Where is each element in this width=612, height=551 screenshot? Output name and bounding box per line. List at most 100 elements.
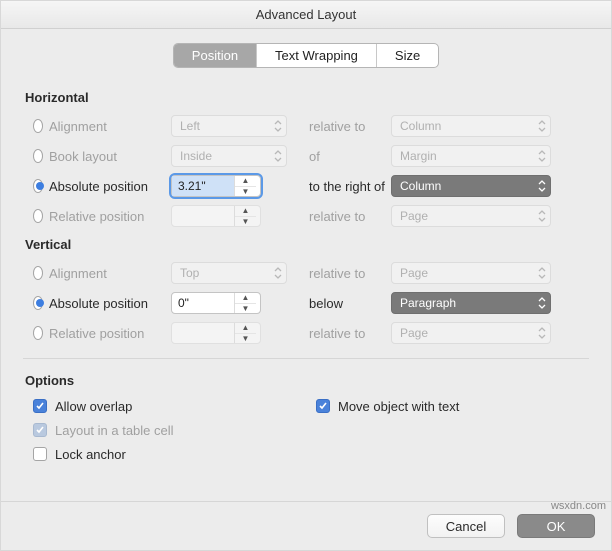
row-v-alignment: Alignment Top relative to Page	[23, 258, 589, 288]
label-h-abs: Absolute position	[43, 179, 171, 194]
cancel-button[interactable]: Cancel	[427, 514, 505, 538]
horizontal-heading: Horizontal	[25, 90, 589, 105]
row-h-abs: Absolute position ▲ ▼ to the right of Co…	[23, 171, 589, 201]
label-h-book: Book layout	[43, 149, 171, 164]
combo-v-rel-rel[interactable]: Page	[391, 322, 551, 344]
combo-v-abs-rel[interactable]: Paragraph	[391, 292, 551, 314]
combo-v-abs-rel-value: Paragraph	[400, 296, 456, 310]
vertical-heading: Vertical	[25, 237, 589, 252]
options-columns: Allow overlap Layout in a table cell Loc…	[23, 394, 589, 466]
radio-v-abs[interactable]	[33, 296, 43, 310]
label-h-abs-rel: to the right of	[291, 179, 391, 194]
input-h-abs[interactable]: ▲ ▼	[171, 175, 261, 197]
stepper-down-icon[interactable]: ▼	[235, 304, 256, 314]
input-h-rel-field[interactable]	[172, 206, 234, 226]
stepper-up-icon[interactable]: ▲	[235, 176, 256, 187]
input-v-abs[interactable]: ▲ ▼	[171, 292, 261, 314]
stepper-up-icon[interactable]: ▲	[235, 323, 256, 334]
tab-text-wrapping[interactable]: Text Wrapping	[257, 44, 377, 67]
combo-h-book[interactable]: Inside	[171, 145, 287, 167]
combo-h-book-value: Inside	[180, 149, 212, 163]
radio-v-rel[interactable]	[33, 326, 43, 340]
combo-v-alignment[interactable]: Top	[171, 262, 287, 284]
combo-v-alignment-rel[interactable]: Page	[391, 262, 551, 284]
chevron-updown-icon	[538, 327, 546, 339]
checkbox-lock-anchor[interactable]	[33, 447, 47, 461]
label-h-alignment-rel: relative to	[291, 119, 391, 134]
row-h-rel: Relative position ▲ ▼ relative to Page	[23, 201, 589, 231]
input-h-abs-field[interactable]	[172, 176, 234, 196]
check-lock-anchor-row: Lock anchor	[23, 442, 306, 466]
chevron-updown-icon	[274, 120, 282, 132]
radio-h-abs[interactable]	[33, 179, 43, 193]
dialog-body: Position Text Wrapping Size Horizontal A…	[1, 29, 611, 501]
combo-h-alignment-value: Left	[180, 119, 200, 133]
row-v-abs: Absolute position ▲ ▼ below Paragraph	[23, 288, 589, 318]
radio-v-alignment[interactable]	[33, 266, 43, 280]
checkbox-allow-overlap[interactable]	[33, 399, 47, 413]
divider	[23, 358, 589, 359]
checkbox-move-text[interactable]	[316, 399, 330, 413]
dialog-footer: Cancel OK	[1, 501, 611, 550]
row-v-rel: Relative position ▲ ▼ relative to Page	[23, 318, 589, 348]
chevron-updown-icon	[538, 297, 546, 309]
chevron-updown-icon	[274, 267, 282, 279]
radio-h-alignment[interactable]	[33, 119, 43, 133]
stepper-down-icon[interactable]: ▼	[235, 187, 256, 197]
combo-h-abs-rel[interactable]: Column	[391, 175, 551, 197]
tab-position[interactable]: Position	[174, 44, 257, 67]
label-move-text: Move object with text	[338, 399, 459, 414]
combo-h-rel-rel[interactable]: Page	[391, 205, 551, 227]
stepper-up-icon[interactable]: ▲	[235, 206, 256, 217]
input-v-rel-field[interactable]	[172, 323, 234, 343]
combo-h-alignment[interactable]: Left	[171, 115, 287, 137]
check-allow-overlap-row: Allow overlap	[23, 394, 306, 418]
chevron-updown-icon	[538, 210, 546, 222]
chevron-updown-icon	[274, 150, 282, 162]
ok-button[interactable]: OK	[517, 514, 595, 538]
check-move-text-row: Move object with text	[306, 394, 589, 418]
radio-h-rel[interactable]	[33, 209, 43, 223]
tab-bar: Position Text Wrapping Size	[23, 43, 589, 68]
tab-size[interactable]: Size	[377, 44, 438, 67]
chevron-updown-icon	[538, 180, 546, 192]
combo-h-rel-rel-value: Page	[400, 209, 428, 223]
combo-h-alignment-rel-value: Column	[400, 119, 441, 133]
label-h-alignment: Alignment	[43, 119, 171, 134]
chevron-updown-icon	[538, 267, 546, 279]
options-heading: Options	[25, 373, 589, 388]
combo-h-book-rel-value: Margin	[400, 149, 437, 163]
label-v-rel: Relative position	[43, 326, 171, 341]
dialog-window: Advanced Layout Position Text Wrapping S…	[0, 0, 612, 551]
combo-h-book-rel[interactable]: Margin	[391, 145, 551, 167]
dialog-title: Advanced Layout	[1, 1, 611, 29]
label-lock-anchor: Lock anchor	[55, 447, 126, 462]
label-h-book-rel: of	[291, 149, 391, 164]
label-h-rel: Relative position	[43, 209, 171, 224]
stepper-down-icon[interactable]: ▼	[235, 217, 256, 227]
label-v-rel-rel: relative to	[291, 326, 391, 341]
stepper-down-icon[interactable]: ▼	[235, 334, 256, 344]
label-v-alignment-rel: relative to	[291, 266, 391, 281]
watermark: wsxdn.com	[551, 500, 606, 512]
chevron-updown-icon	[538, 120, 546, 132]
radio-h-book[interactable]	[33, 149, 43, 163]
input-v-abs-field[interactable]	[172, 293, 234, 313]
row-h-book: Book layout Inside of Margin	[23, 141, 589, 171]
checkbox-layout-cell	[33, 423, 47, 437]
combo-h-abs-rel-value: Column	[400, 179, 441, 193]
label-v-abs: Absolute position	[43, 296, 171, 311]
combo-v-rel-rel-value: Page	[400, 326, 428, 340]
segmented-tabs: Position Text Wrapping Size	[173, 43, 439, 68]
input-h-rel[interactable]: ▲ ▼	[171, 205, 261, 227]
input-v-rel[interactable]: ▲ ▼	[171, 322, 261, 344]
combo-v-alignment-value: Top	[180, 266, 199, 280]
row-h-alignment: Alignment Left relative to Column	[23, 111, 589, 141]
combo-v-alignment-rel-value: Page	[400, 266, 428, 280]
combo-h-alignment-rel[interactable]: Column	[391, 115, 551, 137]
label-h-rel-rel: relative to	[291, 209, 391, 224]
label-layout-cell: Layout in a table cell	[55, 423, 174, 438]
label-v-alignment: Alignment	[43, 266, 171, 281]
chevron-updown-icon	[538, 150, 546, 162]
stepper-up-icon[interactable]: ▲	[235, 293, 256, 304]
